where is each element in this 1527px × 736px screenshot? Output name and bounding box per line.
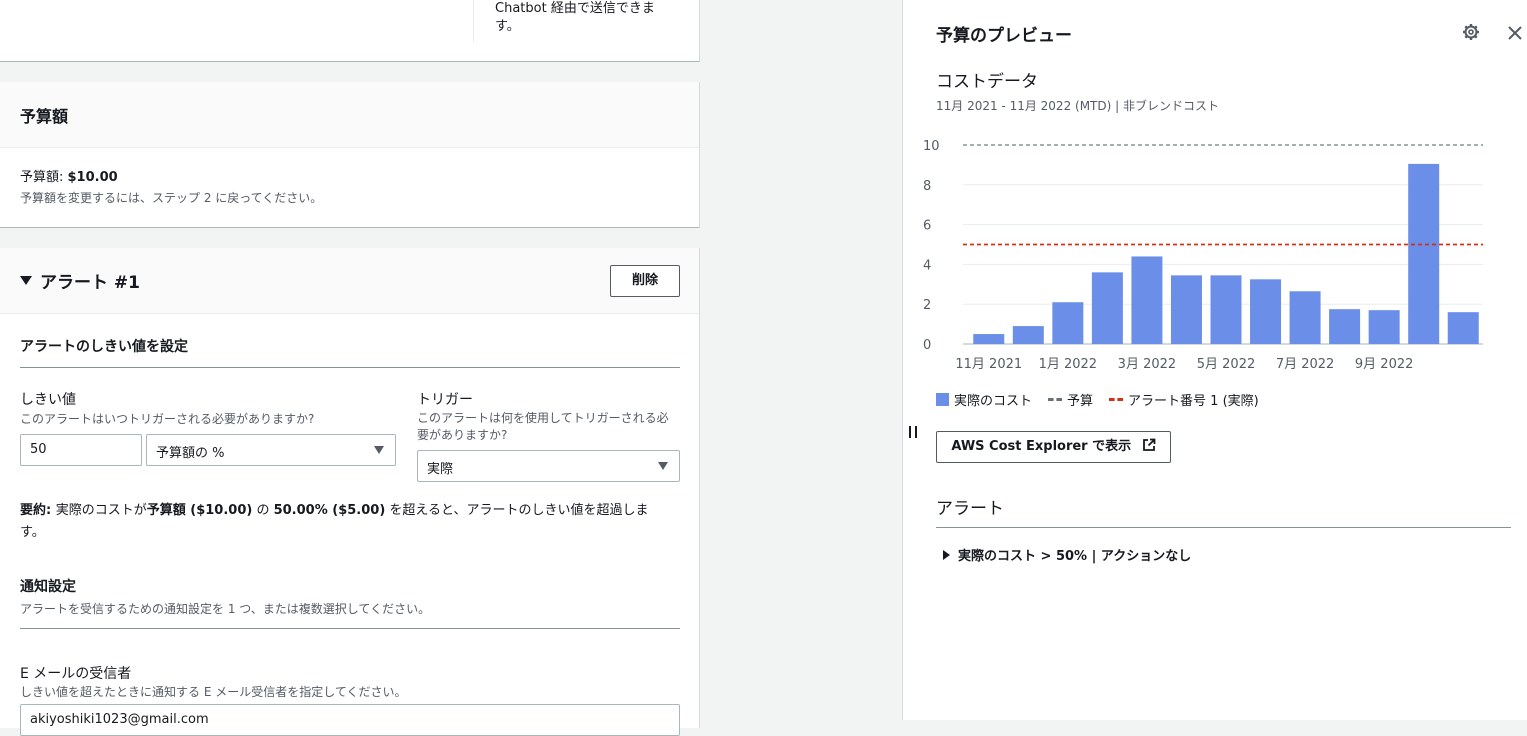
section-divider (20, 367, 680, 368)
threshold-help: このアラートはいつトリガーされる必要がありますか? (20, 412, 315, 426)
chatbot-note: Chatbot 経由で送信できます。 (495, 1, 655, 34)
summary-budget: 予算額 ($10.00) (146, 503, 253, 518)
budget-amount-card: 予算額 予算額: $10.00 予算額を変更するには、ステップ 2 に戻ってくだ… (0, 82, 700, 228)
threshold-unit-value: 予算額の % (156, 446, 225, 461)
preview-title: 予算のプレビュー (936, 26, 1072, 46)
bar (1447, 312, 1479, 344)
x-tick-label: 11月 2021 (955, 357, 1022, 372)
notification-card: Chatbot 経由で送信できます。 (0, 0, 700, 62)
trigger-help: このアラートは何を使用してトリガーされる必要がありますか? (417, 411, 669, 442)
legend-swatch-budget (1048, 398, 1063, 401)
bar (1368, 310, 1400, 344)
collapse-triangle-icon[interactable] (20, 276, 32, 285)
budget-form: Chatbot 経由で送信できます。 予算額 予算額: $10.00 予算額を変… (0, 0, 701, 736)
budget-title: 予算額 (20, 107, 69, 126)
legend-actual: 実際のコスト (954, 394, 1033, 409)
email-help: しきい値を超えたときに通知する E メール受信者を指定してください。 (20, 685, 407, 699)
bar (973, 334, 1005, 344)
resize-handle[interactable] (909, 426, 917, 438)
threshold-unit-select[interactable]: 予算額の % (146, 434, 396, 466)
bar (1408, 163, 1440, 344)
summary-percent: 50.00% ($5.00) (273, 503, 386, 518)
bar (1289, 291, 1321, 344)
cost-explorer-button[interactable]: AWS Cost Explorer で表示 (936, 431, 1171, 463)
chart-legend: 実際のコスト 予算 アラート番号 1 (実際) (936, 390, 1259, 409)
bar (1091, 272, 1123, 344)
legend-budget: 予算 (1067, 394, 1094, 409)
close-icon[interactable] (1507, 25, 1523, 41)
cost-explorer-label: AWS Cost Explorer で表示 (951, 439, 1132, 454)
threshold-heading: アラートのしきい値を設定 (20, 339, 188, 355)
alert-card-header: アラート #1 削除 (0, 248, 699, 314)
threshold-summary: 要約: 実際のコストが予算額 ($10.00) の 50.00% ($5.00)… (20, 500, 670, 544)
expand-triangle-icon (943, 549, 950, 560)
budget-amount-value: $10.00 (67, 170, 118, 185)
y-tick-label: 4 (923, 258, 931, 273)
bar (1052, 302, 1084, 344)
x-tick-label: 7月 2022 (1276, 357, 1335, 372)
bar (1170, 275, 1202, 344)
delete-button[interactable]: 削除 (610, 265, 680, 297)
cost-chart: 0 2 4 6 8 10 11月 2021 1月 2022 3月 2022 5月 2022 7月 2… (923, 139, 1483, 372)
alert-item-label: 実際のコスト > 50% | アクションなし (958, 549, 1192, 564)
bar (1012, 326, 1044, 344)
bar (1329, 309, 1361, 344)
external-link-icon (1142, 438, 1156, 451)
y-tick-label: 0 (923, 338, 931, 353)
budget-card-header: 予算額 (0, 82, 699, 148)
alert-title: アラート #1 (40, 273, 140, 293)
section-divider (20, 628, 680, 629)
alert-list-item[interactable]: 実際のコスト > 50% | アクションなし (943, 545, 1191, 564)
bar (1131, 256, 1163, 344)
cost-title: コストデータ (936, 72, 1038, 92)
email-label: E メールの受信者 (20, 666, 132, 682)
summary-prefix: 要約: (20, 503, 56, 518)
threshold-label: しきい値 (20, 392, 76, 408)
budget-help: 予算額を変更するには、ステップ 2 に戻ってください。 (20, 191, 323, 205)
x-tick-label: 1月 2022 (1039, 357, 1098, 372)
budget-amount: 予算額: $10.00 (20, 166, 118, 185)
y-tick-label: 6 (923, 219, 931, 234)
summary-text-1: 実際のコストが (55, 503, 147, 518)
budget-amount-label: 予算額: (20, 170, 68, 185)
legend-swatch-alert (1109, 398, 1124, 401)
summary-text-2: の (252, 503, 274, 518)
budget-preview-panel: 予算のプレビュー コストデータ 11月 2021 - 11月 2022 (MTD… (902, 0, 1527, 720)
trigger-value: 実際 (427, 462, 454, 477)
bar (1250, 279, 1282, 344)
cost-subtitle: 11月 2021 - 11月 2022 (MTD) | 非ブレンドコスト (936, 99, 1219, 113)
x-tick-label: 9月 2022 (1355, 357, 1414, 372)
gear-icon[interactable] (1462, 23, 1480, 41)
alerts-divider (936, 527, 1511, 528)
y-tick-label: 2 (923, 298, 931, 313)
trigger-select[interactable]: 実際 (417, 450, 680, 482)
trigger-label: トリガー (417, 392, 473, 408)
alert-card: アラート #1 削除 アラートのしきい値を設定 しきい値 このアラートはいつトリ… (0, 248, 700, 736)
notify-help: アラートを受信するための通知設定を 1 つ、または複数選択してください。 (20, 602, 431, 616)
bar (1210, 275, 1242, 344)
email-input[interactable]: akiyoshiki1023@gmail.com (20, 704, 680, 736)
caret-down-icon (658, 462, 668, 470)
legend-swatch-actual (936, 393, 949, 406)
legend-alert: アラート番号 1 (実際) (1128, 394, 1259, 409)
alerts-title: アラート (936, 499, 1004, 519)
card-divider (473, 0, 474, 42)
x-tick-label: 5月 2022 (1197, 357, 1256, 372)
threshold-input[interactable]: 50 (20, 434, 142, 466)
y-tick-label: 8 (923, 179, 931, 194)
y-tick-label: 10 (923, 139, 940, 154)
caret-down-icon (374, 446, 384, 454)
notify-title: 通知設定 (20, 579, 76, 595)
x-tick-label: 3月 2022 (1118, 357, 1177, 372)
